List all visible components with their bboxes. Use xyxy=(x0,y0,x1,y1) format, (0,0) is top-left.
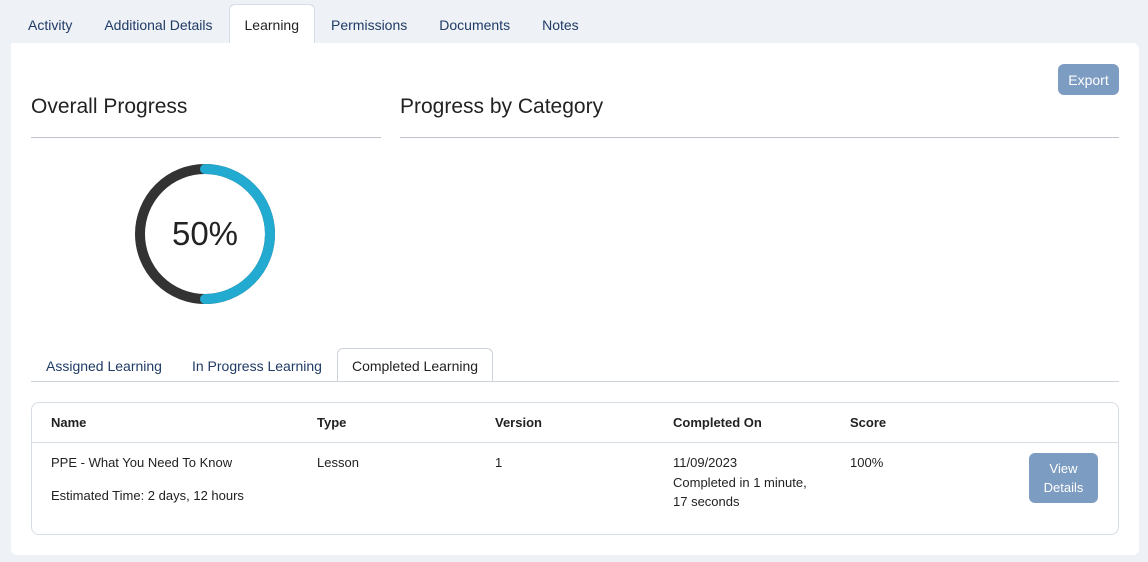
tab-notes[interactable]: Notes xyxy=(526,4,595,44)
tab-learning[interactable]: Learning xyxy=(228,4,316,44)
tab-completed-learning[interactable]: Completed Learning xyxy=(336,348,494,382)
row-estimated-time: Estimated Time: 2 days, 12 hours xyxy=(51,488,244,503)
header-score: Score xyxy=(850,415,887,430)
learning-sub-tabs: Assigned Learning In Progress Learning C… xyxy=(31,348,494,382)
header-completed-on: Completed On xyxy=(673,415,762,430)
table-header: Name Type Version Completed On Score xyxy=(32,403,1118,443)
export-button[interactable]: Export xyxy=(1058,64,1119,95)
row-version: 1 xyxy=(495,455,503,470)
view-details-line1: View xyxy=(1049,461,1078,476)
tab-activity[interactable]: Activity xyxy=(12,4,88,44)
tab-permissions[interactable]: Permissions xyxy=(315,4,423,44)
learning-panel: Export Overall Progress Progress by Cate… xyxy=(11,43,1139,555)
header-version: Version xyxy=(495,415,542,430)
view-details-line2: Details xyxy=(1043,480,1084,495)
row-completed-date: 11/09/2023 xyxy=(673,455,738,470)
overall-progress-divider xyxy=(31,137,381,138)
overall-percent: 50% xyxy=(171,215,239,252)
header-name: Name xyxy=(51,415,87,430)
row-name: PPE - What You Need To Know xyxy=(51,455,233,470)
category-divider xyxy=(400,137,1119,138)
tab-documents[interactable]: Documents xyxy=(423,4,526,44)
tab-assigned-learning[interactable]: Assigned Learning xyxy=(31,348,177,382)
completed-learning-table: Name Type Version Completed On Score PPE… xyxy=(31,402,1119,535)
row-score: 100% xyxy=(850,455,884,470)
progress-by-category-title: Progress by Category xyxy=(400,95,604,118)
view-details-button[interactable]: View Details xyxy=(1029,453,1098,503)
tab-additional-details[interactable]: Additional Details xyxy=(88,4,228,44)
top-tab-bar: Activity Additional Details Learning Per… xyxy=(12,4,595,44)
overall-progress-title: Overall Progress xyxy=(31,95,188,118)
row-duration-line1: Completed in 1 minute, xyxy=(673,475,807,490)
tab-in-progress-learning[interactable]: In Progress Learning xyxy=(177,348,337,382)
row-type: Lesson xyxy=(317,455,359,470)
header-type: Type xyxy=(317,415,347,430)
sub-tab-divider xyxy=(31,381,1119,382)
row-duration-line2: 17 seconds xyxy=(673,494,740,509)
